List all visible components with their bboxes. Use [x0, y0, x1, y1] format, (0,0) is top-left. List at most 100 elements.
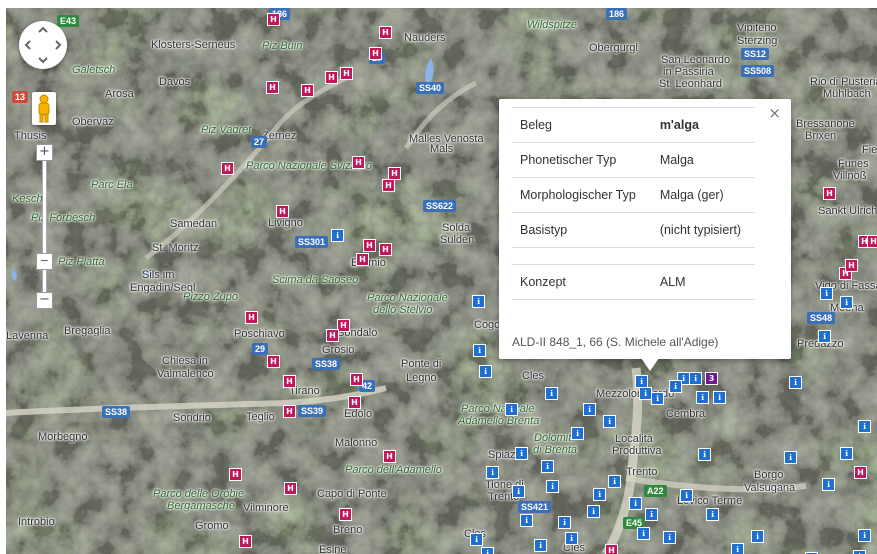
number-marker-icon[interactable]: 3: [706, 373, 717, 384]
info-marker-icon[interactable]: ℹ: [473, 296, 484, 307]
place-label: Trento: [626, 466, 658, 478]
hotel-marker-icon[interactable]: H: [349, 397, 360, 408]
hotel-marker-icon[interactable]: H: [338, 320, 349, 331]
info-marker-icon[interactable]: ℹ: [752, 531, 763, 542]
row-value: Malga: [651, 142, 755, 178]
info-marker-icon[interactable]: ℹ: [699, 449, 710, 460]
info-marker-icon[interactable]: ℹ: [572, 428, 583, 439]
info-marker-icon[interactable]: ℹ: [785, 452, 796, 463]
street-view-pegman-icon[interactable]: [32, 92, 56, 125]
info-marker-icon[interactable]: ℹ: [638, 528, 649, 539]
info-marker-icon[interactable]: ℹ: [670, 381, 681, 392]
hotel-marker-icon[interactable]: H: [353, 157, 364, 168]
info-marker-icon[interactable]: ℹ: [487, 467, 498, 478]
source-reference: ALD-II 848_1, 66 (S. Michele all'Adige): [512, 335, 719, 349]
info-marker-icon[interactable]: ℹ: [546, 388, 557, 399]
hotel-marker-icon[interactable]: H: [824, 188, 835, 199]
hotel-marker-icon[interactable]: H: [284, 376, 295, 387]
info-marker-icon[interactable]: ℹ: [506, 404, 517, 415]
info-marker-icon[interactable]: ℹ: [640, 388, 651, 399]
info-marker-icon[interactable]: ℹ: [636, 376, 647, 387]
hotel-marker-icon[interactable]: H: [222, 163, 233, 174]
hotel-marker-icon[interactable]: H: [370, 48, 381, 59]
pan-control[interactable]: [19, 21, 67, 69]
hotel-marker-icon[interactable]: H: [868, 236, 877, 247]
hotel-marker-icon[interactable]: H: [380, 244, 391, 255]
info-marker-icon[interactable]: ℹ: [652, 393, 663, 404]
hotel-marker-icon[interactable]: H: [351, 374, 362, 385]
info-marker-icon[interactable]: ℹ: [542, 461, 553, 472]
hotel-marker-icon[interactable]: H: [327, 330, 338, 341]
hotel-marker-icon[interactable]: H: [284, 406, 295, 417]
info-marker-icon[interactable]: ℹ: [471, 534, 482, 545]
info-marker-icon[interactable]: ℹ: [566, 533, 577, 544]
hotel-marker-icon[interactable]: H: [246, 312, 257, 323]
hotel-marker-icon[interactable]: H: [285, 483, 296, 494]
info-marker-icon[interactable]: ℹ: [790, 377, 801, 388]
hotel-marker-icon[interactable]: H: [384, 451, 395, 462]
info-marker-icon[interactable]: ℹ: [588, 506, 599, 517]
hotel-marker-icon[interactable]: H: [380, 27, 391, 38]
info-marker-icon[interactable]: ℹ: [821, 288, 832, 299]
place-label: Teglio: [246, 411, 275, 423]
info-marker-icon[interactable]: ℹ: [841, 448, 852, 459]
info-marker-icon[interactable]: ℹ: [474, 345, 485, 356]
info-marker-icon[interactable]: ℹ: [823, 479, 834, 490]
info-marker-icon[interactable]: ℹ: [732, 544, 743, 554]
info-marker-icon[interactable]: ℹ: [841, 297, 852, 308]
hotel-marker-icon[interactable]: H: [302, 85, 313, 96]
info-marker-icon[interactable]: ℹ: [547, 481, 558, 492]
hotel-marker-icon[interactable]: H: [855, 467, 866, 478]
place-label: Lavenna: [6, 330, 49, 342]
info-marker-icon[interactable]: ℹ: [584, 404, 595, 415]
hotel-marker-icon[interactable]: H: [383, 180, 394, 191]
info-marker-icon[interactable]: ℹ: [594, 489, 605, 500]
road-shield: A22: [644, 485, 667, 497]
info-marker-icon[interactable]: ℹ: [516, 448, 527, 459]
hotel-marker-icon[interactable]: H: [230, 469, 241, 480]
info-marker-icon[interactable]: ℹ: [646, 509, 657, 520]
info-marker-icon[interactable]: ℹ: [521, 515, 532, 526]
info-marker-icon[interactable]: ℹ: [697, 392, 708, 403]
info-marker-icon[interactable]: ℹ: [690, 373, 701, 384]
place-label: Località: [615, 433, 653, 445]
info-marker-icon[interactable]: ℹ: [535, 540, 546, 551]
hotel-marker-icon[interactable]: H: [364, 240, 375, 251]
hotel-marker-icon[interactable]: H: [277, 206, 288, 217]
zoom-out-button[interactable]: −: [36, 292, 53, 309]
zoom-slider-handle[interactable]: −: [36, 253, 53, 270]
hotel-marker-icon[interactable]: H: [240, 536, 251, 547]
info-marker-icon[interactable]: ℹ: [480, 366, 491, 377]
hotel-marker-icon[interactable]: H: [340, 509, 351, 520]
place-label: Vipiteno: [737, 22, 777, 34]
info-marker-icon[interactable]: ℹ: [609, 476, 620, 487]
zoom-slider[interactable]: + − −: [36, 142, 53, 309]
info-marker-icon[interactable]: ℹ: [714, 392, 725, 403]
info-marker-icon[interactable]: ℹ: [859, 530, 870, 541]
zoom-in-button[interactable]: +: [36, 144, 53, 161]
info-marker-icon[interactable]: ℹ: [859, 421, 870, 432]
info-marker-icon[interactable]: ℹ: [604, 416, 615, 427]
concept-label: Konzept: [512, 264, 652, 300]
hotel-marker-icon[interactable]: H: [326, 72, 337, 83]
hotel-marker-icon[interactable]: H: [846, 260, 857, 271]
info-marker-icon[interactable]: ℹ: [681, 490, 692, 501]
hotel-marker-icon[interactable]: H: [267, 82, 278, 93]
info-marker-icon[interactable]: ℹ: [819, 331, 830, 342]
info-marker-icon[interactable]: ℹ: [559, 517, 570, 528]
place-label: Zernez: [262, 130, 297, 142]
info-marker-icon[interactable]: ℹ: [332, 230, 343, 241]
info-marker-icon[interactable]: ℹ: [482, 548, 493, 554]
info-marker-icon[interactable]: ℹ: [513, 486, 524, 497]
hotel-marker-icon[interactable]: H: [389, 168, 400, 179]
place-label: Livigno: [268, 217, 303, 229]
hotel-marker-icon[interactable]: H: [357, 254, 368, 265]
hotel-marker-icon[interactable]: H: [268, 14, 279, 25]
hotel-marker-icon[interactable]: H: [606, 545, 617, 554]
info-marker-icon[interactable]: ℹ: [707, 509, 718, 520]
hotel-marker-icon[interactable]: H: [341, 68, 352, 79]
close-icon[interactable]: ×: [768, 104, 781, 122]
info-marker-icon[interactable]: ℹ: [630, 498, 641, 509]
info-marker-icon[interactable]: ℹ: [664, 532, 675, 543]
hotel-marker-icon[interactable]: H: [268, 356, 279, 367]
